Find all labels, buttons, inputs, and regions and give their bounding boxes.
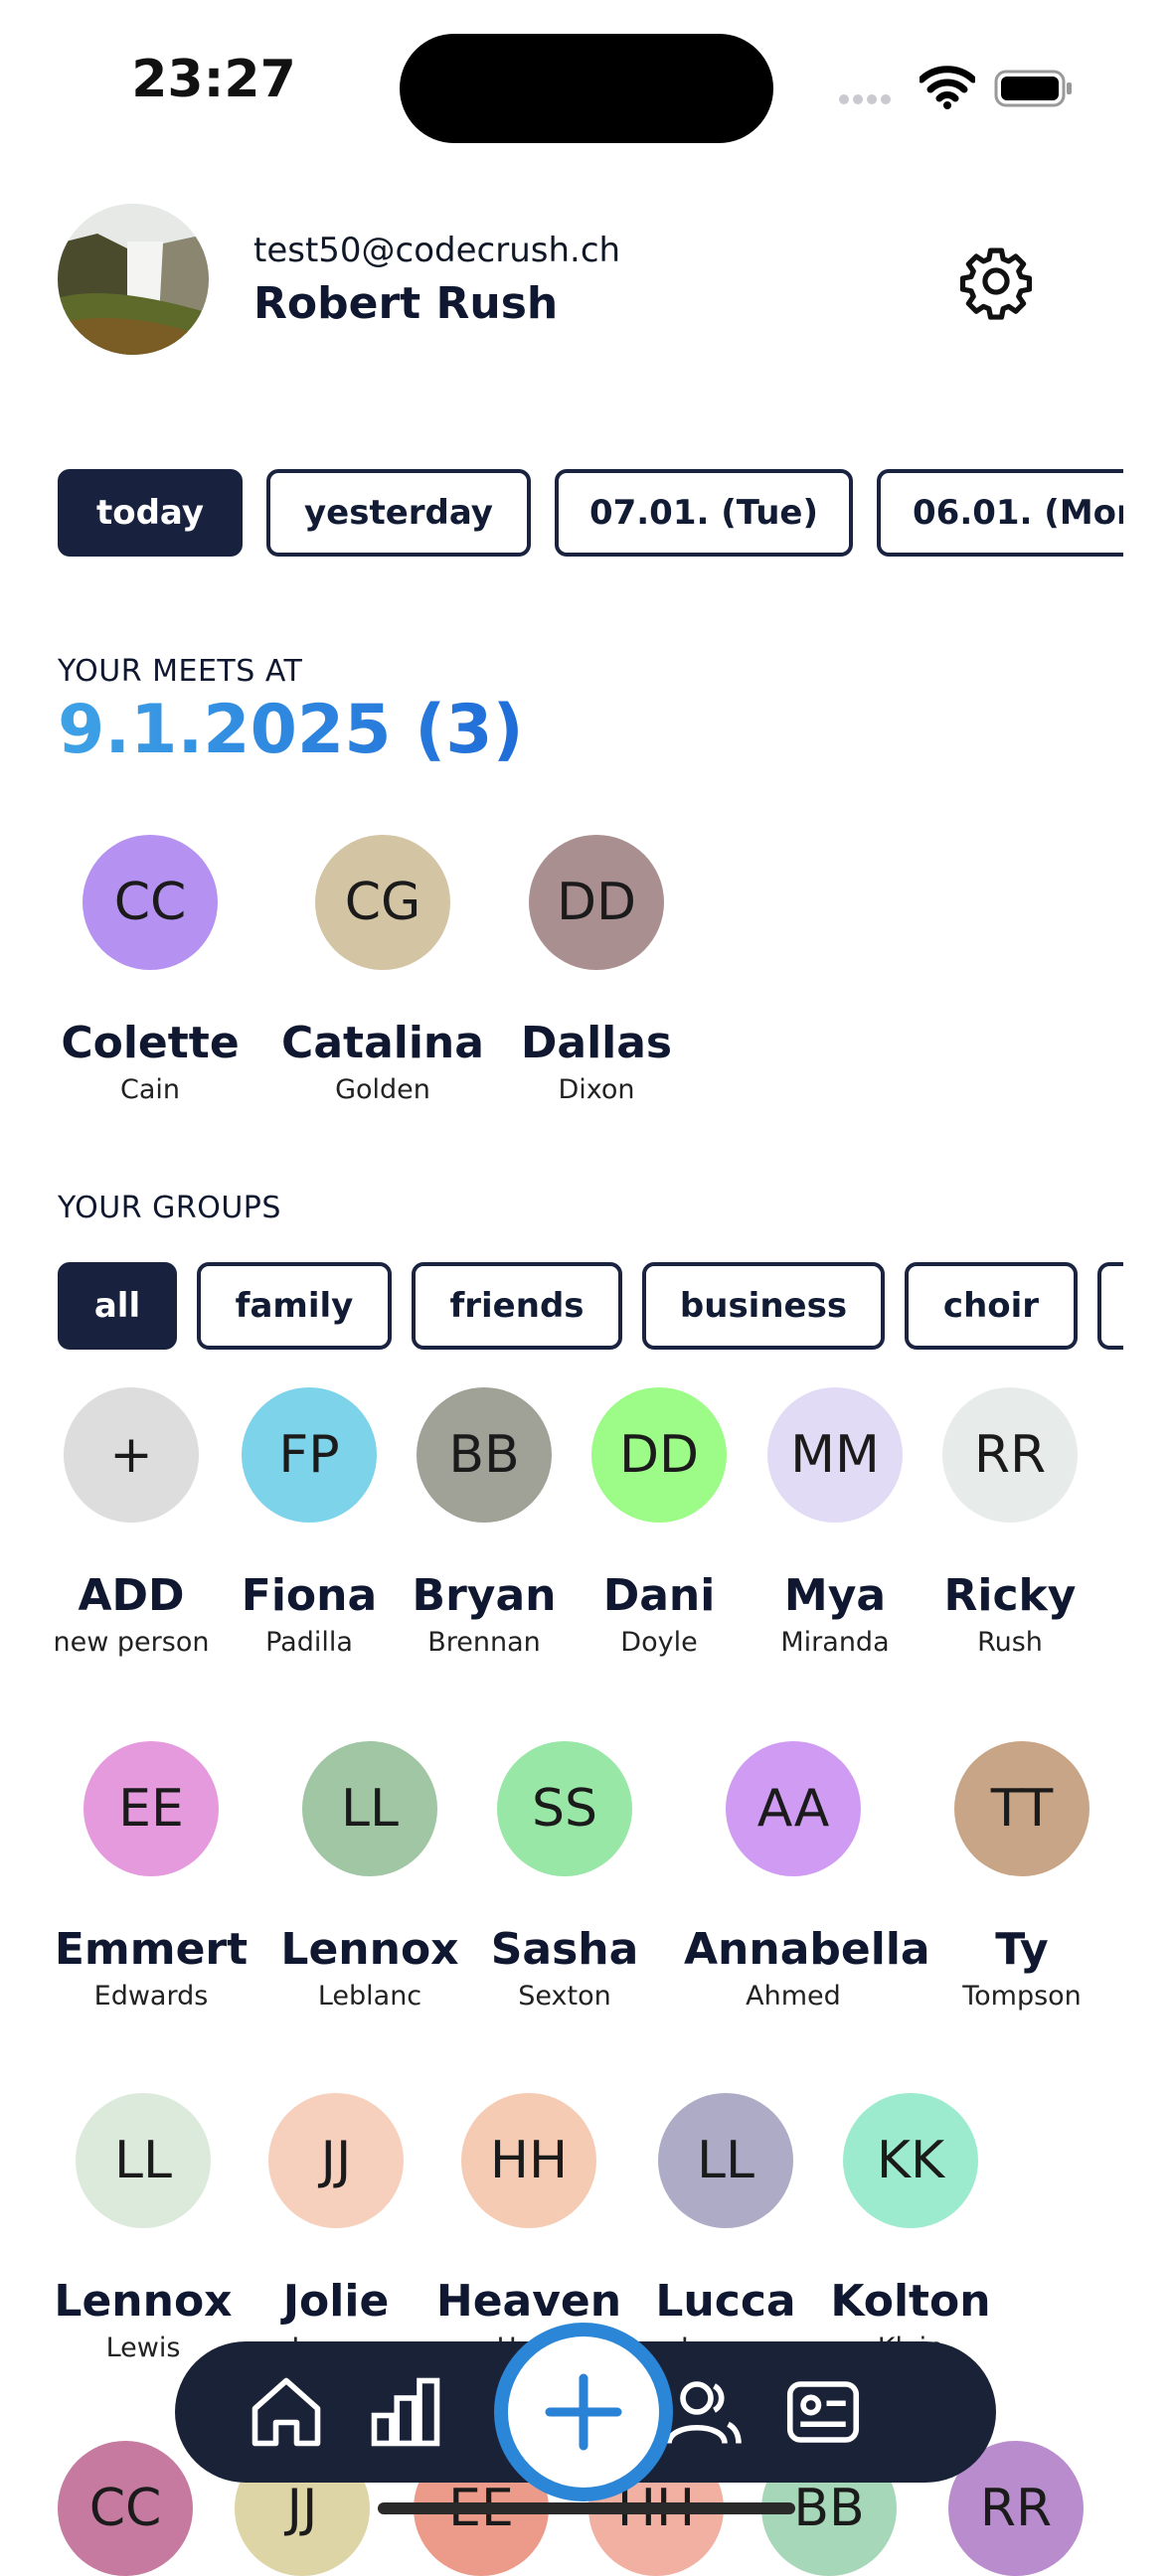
person-avatar: CC	[58, 2441, 193, 2576]
tab-date-0601[interactable]: 06.01. (Mon)	[877, 469, 1123, 557]
person-first-name: Colette	[61, 1018, 240, 1068]
person-first-name: Kolton	[830, 2276, 991, 2327]
contact-card-icon[interactable]	[781, 2370, 865, 2454]
person-avatar: CC	[83, 835, 218, 970]
person-first-name: Heaven	[435, 2276, 622, 2327]
person-first-name: Sasha	[490, 1924, 639, 1975]
person-last-name: Leblanc	[317, 1981, 422, 2012]
person-first-name: Catalina	[281, 1018, 484, 1068]
person-last-name: Golden	[335, 1074, 430, 1105]
home-indicator	[378, 2502, 795, 2514]
person-last-name: Cain	[119, 1074, 180, 1105]
person-last-name: Rush	[977, 1627, 1043, 1658]
person-avatar: LL	[658, 2093, 793, 2228]
group-person[interactable]: EE Emmert Edwards	[42, 1741, 260, 2012]
meets-date-heading: 9.1.2025 (3)	[58, 691, 524, 769]
meet-person[interactable]: DD Dallas Dixon	[487, 835, 706, 1105]
person-avatar: EE	[84, 1741, 219, 1876]
person-last-name: Dixon	[558, 1074, 635, 1105]
wifi-icon	[920, 66, 975, 109]
person-avatar: MM	[767, 1387, 903, 1523]
meet-person[interactable]: CG Catalina Golden	[273, 835, 492, 1105]
people-icon[interactable]	[662, 2370, 746, 2454]
profile-photo	[58, 204, 209, 355]
person-avatar: CG	[315, 835, 450, 970]
person-last-name: Edwards	[93, 1981, 209, 2012]
person-avatar: LL	[76, 2093, 211, 2228]
group-person[interactable]: LL Lennox Leblanc	[260, 1741, 479, 2012]
tab-business[interactable]: business	[642, 1262, 885, 1350]
person-avatar: BB	[417, 1387, 552, 1523]
profile-avatar[interactable]	[58, 204, 209, 355]
tab-yesterday[interactable]: yesterday	[266, 469, 531, 557]
group-person[interactable]: RR Ricky Rush	[901, 1387, 1119, 1658]
status-time: 23:27	[131, 50, 296, 109]
person-last-name: Ahmed	[746, 1981, 841, 2012]
home-icon[interactable]	[245, 2370, 328, 2454]
group-person[interactable]: SS Sasha Sexton	[455, 1741, 674, 2012]
tab-friends[interactable]: friends	[412, 1262, 622, 1350]
group-person[interactable]: LL Lennox Lewis	[34, 2093, 252, 2363]
cellular-signal-dot	[881, 94, 891, 104]
meet-person[interactable]: CC Colette Cain	[41, 835, 259, 1105]
person-last-name: Sexton	[518, 1981, 611, 2012]
tab-all[interactable]: all	[58, 1262, 177, 1350]
person-avatar: DD	[529, 835, 664, 970]
person-avatar: TT	[954, 1741, 1089, 1876]
tab-choir[interactable]: choir	[905, 1262, 1078, 1350]
group-person[interactable]: TT Ty Tompson	[913, 1741, 1131, 2012]
add-icon	[545, 2373, 622, 2451]
dynamic-island	[400, 34, 773, 143]
battery-icon	[994, 70, 1072, 107]
tab-date-0701[interactable]: 07.01. (Tue)	[555, 469, 853, 557]
profile-email: test50@codecrush.ch	[253, 231, 621, 270]
person-avatar: DD	[591, 1387, 727, 1523]
person-first-name: Ricky	[943, 1570, 1077, 1621]
cellular-signal-dot	[867, 94, 877, 104]
group-person[interactable]: JJ Jolie Janson	[227, 2093, 445, 2363]
person-avatar: JJ	[268, 2093, 404, 2228]
tab-more[interactable]	[1097, 1262, 1123, 1350]
groups-section-label: YOUR GROUPS	[58, 1191, 281, 1225]
person-avatar: SS	[497, 1741, 632, 1876]
stats-icon[interactable]	[364, 2370, 447, 2454]
person-first-name: Jolie	[282, 2276, 390, 2327]
group-person[interactable]: KK Kolton Klein	[801, 2093, 1020, 2363]
cellular-signal-dot	[853, 94, 863, 104]
tab-today[interactable]: today	[58, 469, 243, 557]
person-avatar: LL	[302, 1741, 437, 1876]
person-avatar: RR	[942, 1387, 1078, 1523]
person-avatar: AA	[726, 1741, 861, 1876]
person-avatar: KK	[843, 2093, 978, 2228]
person-first-name: Dallas	[520, 1018, 673, 1068]
tab-family[interactable]: family	[197, 1262, 392, 1350]
group-person[interactable]: HH Heaven Harp	[419, 2093, 638, 2363]
person-first-name: Lennox	[280, 1924, 459, 1975]
person-avatar: HH	[461, 2093, 596, 2228]
group-person[interactable]: AA Annabella Ahmed	[684, 1741, 930, 2012]
group-tab-scroller[interactable]: all family friends business choir	[58, 1262, 1123, 1352]
settings-gear-icon[interactable]	[957, 242, 1035, 320]
add-meet-button[interactable]	[494, 2323, 673, 2501]
date-tab-scroller[interactable]: today yesterday 07.01. (Tue) 06.01. (Mon…	[58, 469, 1123, 566]
person-first-name: Ty	[995, 1924, 1049, 1975]
person-first-name: Emmert	[54, 1924, 249, 1975]
profile-name: Robert Rush	[253, 278, 559, 329]
plus-icon: +	[64, 1387, 199, 1523]
person-first-name: Annabella	[684, 1924, 930, 1975]
cellular-signal-dot	[839, 94, 849, 104]
person-avatar: FP	[242, 1387, 377, 1523]
meets-section-label: YOUR MEETS AT	[58, 654, 303, 689]
person-first-name: Lennox	[54, 2276, 233, 2327]
person-last-name: Tompson	[962, 1981, 1082, 2012]
